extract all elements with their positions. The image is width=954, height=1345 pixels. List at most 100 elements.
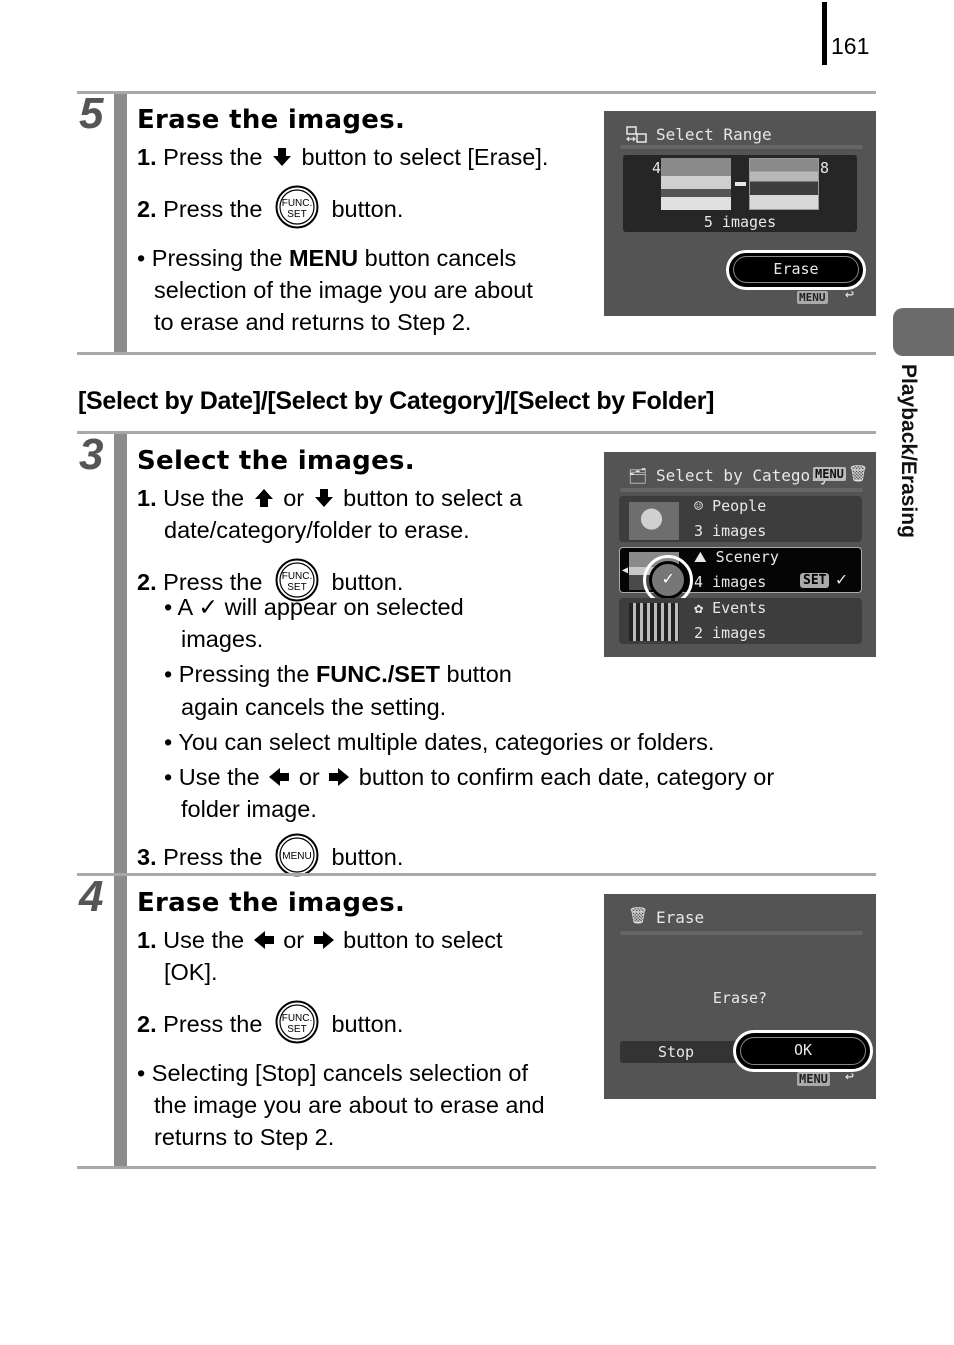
- left-arrow-icon: [269, 768, 290, 786]
- divider: [77, 352, 876, 355]
- text: button cancels: [364, 245, 517, 271]
- up-arrow-icon: [254, 489, 273, 507]
- substep-1: 1. Press the button to select [Erase].: [137, 144, 548, 170]
- down-arrow-icon: [272, 148, 291, 166]
- note-line: to erase and returns to Step 2.: [154, 309, 472, 335]
- text: Use the: [178, 764, 260, 790]
- step-number: 3: [79, 430, 104, 479]
- substep-line: [OK].: [164, 959, 218, 985]
- menu-badge: MENU: [813, 467, 846, 481]
- set-badge: SET: [800, 573, 830, 588]
- title-rule: [620, 145, 863, 149]
- note: • Selecting [Stop] cancels selection of: [137, 1060, 528, 1086]
- step-bar: [114, 434, 127, 874]
- erase-button[interactable]: Erase: [733, 256, 859, 283]
- bullet: •: [164, 764, 173, 790]
- bullet-item: • You can select multiple dates, categor…: [164, 729, 715, 755]
- step-number: 4: [79, 872, 104, 921]
- note-line: returns to Step 2.: [154, 1124, 335, 1150]
- range-count: 5 images: [703, 213, 777, 231]
- camera-screen-select-range: Select Range 4 8 5 images Erase MENU ↩: [604, 111, 876, 316]
- page-number: 161: [831, 33, 870, 59]
- thumb-check: ✓: [649, 561, 687, 599]
- menu-button-icon: MENU: [275, 833, 319, 877]
- text: button: [446, 661, 512, 687]
- substep-num: 1.: [137, 485, 157, 511]
- substep-3: 3. Press the MENU button.: [137, 833, 403, 877]
- func-set-button-icon: FUNC. SET: [275, 1000, 319, 1044]
- trash-icon: 🗑: [848, 464, 869, 483]
- substep-num: 1.: [137, 927, 157, 953]
- thumbnail-end: [749, 158, 819, 210]
- step-title: Erase the images.: [137, 105, 406, 135]
- text: or: [298, 764, 320, 790]
- text: You can select multiple dates, categorie…: [178, 729, 715, 755]
- bullet-item: • A ✓ will appear on selected: [164, 594, 464, 620]
- svg-text:FUNC.: FUNC.: [282, 571, 313, 582]
- thumbnail-people: [629, 502, 679, 540]
- ok-button[interactable]: OK: [740, 1037, 866, 1065]
- func-set-button-icon: FUNC. SET: [275, 185, 319, 229]
- bullet-line: again cancels the setting.: [181, 694, 447, 720]
- bullet-line: folder image.: [181, 796, 317, 822]
- section-heading: [Select by Date]/[Select by Category]/[S…: [78, 387, 715, 415]
- text: button.: [331, 569, 404, 595]
- text: button to select: [343, 927, 503, 953]
- category-count: 4 images: [694, 573, 767, 591]
- chapter-label: Playback/Erasing: [897, 364, 920, 538]
- text: Selecting [Stop] cancels selection of: [151, 1060, 528, 1086]
- substep-num: 2.: [137, 196, 157, 222]
- text: Use the: [163, 927, 245, 953]
- bullet: •: [164, 661, 173, 687]
- text: Press the: [163, 144, 263, 170]
- note-line: selection of the image you are about: [154, 277, 533, 303]
- step-title: Erase the images.: [137, 888, 406, 918]
- svg-text:FUNC.: FUNC.: [282, 198, 313, 209]
- substep-num: 2.: [137, 1011, 157, 1037]
- text: button.: [331, 844, 404, 870]
- substep-num: 2.: [137, 569, 157, 595]
- range-start: 4: [652, 159, 662, 177]
- note-line: the image you are about to erase and: [154, 1092, 545, 1118]
- bullet: •: [164, 729, 173, 755]
- text: Pressing the: [178, 661, 310, 687]
- text: Press the: [163, 1011, 263, 1037]
- category-count: 3 images: [694, 522, 767, 540]
- category-name: ✿ Events: [694, 599, 767, 617]
- substep-line: date/category/folder to erase.: [164, 517, 470, 543]
- category-name: ☺ People: [694, 497, 767, 515]
- camera-screen-erase: 🗑 Erase Erase? Stop OK MENU ↩: [604, 894, 876, 1099]
- divider: [77, 431, 876, 434]
- text: Scenery: [715, 548, 779, 566]
- divider: [77, 91, 876, 94]
- screen-title: Erase: [656, 908, 705, 927]
- bullet: •: [137, 245, 146, 271]
- text: Press the: [163, 196, 263, 222]
- step-number: 5: [79, 89, 104, 138]
- substep-num: 3.: [137, 844, 157, 870]
- return-icon: ↩: [845, 285, 855, 303]
- bullet-line: images.: [181, 626, 264, 652]
- substep-num: 1.: [137, 144, 157, 170]
- step-bar: [114, 876, 127, 1166]
- text: button.: [331, 1011, 404, 1037]
- text: Press the: [163, 569, 263, 595]
- left-arrow-icon: [253, 931, 274, 949]
- right-arrow-icon: [329, 768, 350, 786]
- substep-2: 2. Press the FUNC. SET button.: [137, 185, 403, 229]
- category-count: 2 images: [694, 624, 767, 642]
- bullet: •: [164, 594, 173, 620]
- text: Press the: [163, 844, 263, 870]
- chapter-tab: [893, 308, 954, 356]
- page-number-bar: [822, 2, 827, 65]
- text: button to confirm each date, category or: [358, 764, 775, 790]
- text-bold: FUNC./SET: [315, 661, 440, 687]
- text: Events: [712, 599, 767, 617]
- svg-text:SET: SET: [287, 1024, 306, 1035]
- stop-button[interactable]: Stop: [620, 1041, 750, 1063]
- left-arrow-icon: ◀: [622, 565, 629, 576]
- right-arrow-icon: [313, 931, 334, 949]
- camera-screen-select-category: 🗂 Select by Category MENU 🗑 ☺ People 3 i…: [604, 452, 876, 657]
- title-rule: [620, 488, 863, 492]
- text: button to select a: [343, 485, 523, 511]
